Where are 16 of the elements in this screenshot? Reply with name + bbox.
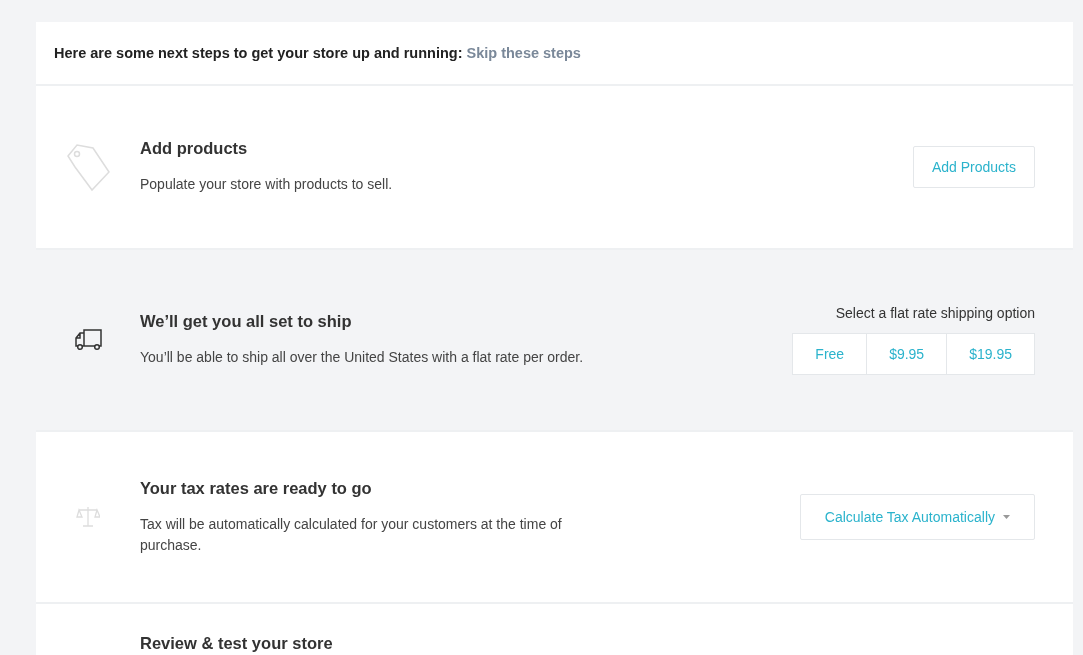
- step-title: We’ll get you all set to ship: [140, 312, 353, 331]
- tax-dropdown[interactable]: Calculate Tax Automatically: [799, 494, 1035, 540]
- truck-icon: [73, 328, 103, 352]
- step-description: Tax will be automatically calculated for your customers at the time of purchase.: [140, 514, 563, 555]
- tag-icon: [65, 142, 111, 192]
- step-title: Add products: [140, 139, 249, 158]
- step-description: Populate your store with products to sell.: [140, 175, 394, 194]
- caret-icon: [1003, 515, 1010, 519]
- shipping-option-caption: Select a flat rate shipping option: [835, 305, 1035, 321]
- add-products-button[interactable]: Add Products: [912, 146, 1035, 188]
- skip-steps-link[interactable]: Skip these steps: [466, 45, 581, 61]
- step-title: Your tax rates are ready to go: [140, 478, 373, 498]
- step-description: You’ll be able to ship all over the United States with a flat rate per order.: [140, 348, 585, 367]
- intro-text: Here are some next steps to get your store up and running:: [54, 45, 463, 61]
- scale-icon: [76, 506, 100, 528]
- step-title: Review & test your store: [140, 634, 333, 653]
